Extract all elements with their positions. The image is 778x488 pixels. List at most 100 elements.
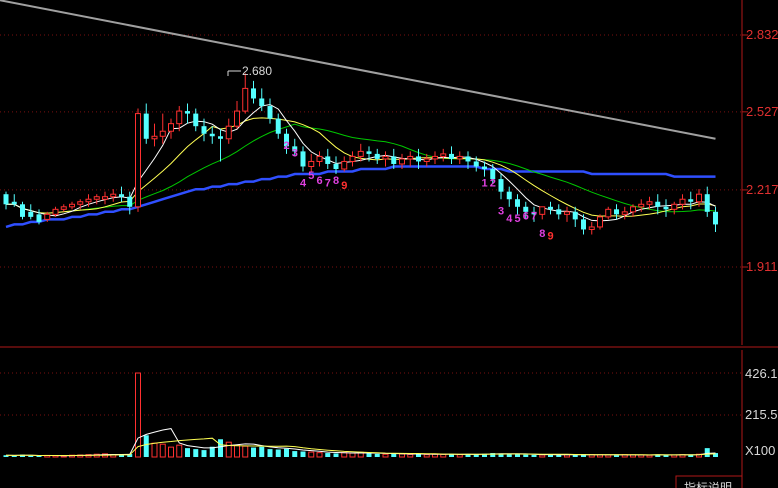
volume-bar xyxy=(423,454,430,458)
volume-bar xyxy=(515,454,520,457)
candle xyxy=(3,191,9,210)
candle xyxy=(671,201,678,215)
volume-bar xyxy=(168,446,174,458)
candle-body xyxy=(185,111,190,114)
volume-bar xyxy=(218,439,223,457)
sequence-label: 9 xyxy=(341,180,347,192)
volume-bar xyxy=(234,444,240,458)
candle xyxy=(135,108,141,212)
candle xyxy=(102,191,108,205)
indicator-tab-label[interactable]: 指标说明 xyxy=(684,480,732,488)
candle xyxy=(539,206,546,220)
candle-body xyxy=(646,201,653,205)
volume-bar xyxy=(605,454,612,458)
sequence-label: 2 xyxy=(284,140,290,152)
volume-bar xyxy=(704,448,710,457)
volume-panel: 426.10 215.50 X100 xyxy=(0,350,778,488)
candle xyxy=(242,73,249,114)
candle xyxy=(185,103,190,124)
candle-body xyxy=(119,194,124,197)
volume-bar xyxy=(292,451,298,457)
candle-body xyxy=(581,219,586,230)
candle xyxy=(275,113,281,139)
candle xyxy=(597,214,603,230)
candle xyxy=(60,204,67,212)
candle xyxy=(432,151,438,164)
candle xyxy=(515,194,520,215)
candle-body xyxy=(349,155,356,162)
candle-body xyxy=(110,193,117,198)
candle xyxy=(119,186,124,202)
candle xyxy=(382,151,389,167)
volume-bar xyxy=(523,454,529,457)
candle-body xyxy=(135,113,141,208)
candle-body xyxy=(93,196,100,200)
candle-body xyxy=(357,150,364,157)
candle-body xyxy=(391,156,397,164)
volume-bar xyxy=(284,448,289,457)
candle-body xyxy=(28,211,34,217)
candle-body xyxy=(440,153,447,157)
candle xyxy=(506,186,512,207)
candle-body xyxy=(300,151,306,167)
candle-body xyxy=(515,199,520,207)
volume-bar xyxy=(275,449,281,457)
candle xyxy=(564,206,570,222)
candle xyxy=(168,118,174,139)
candle-body xyxy=(713,211,718,225)
volume-bar xyxy=(193,449,199,457)
volume-bar xyxy=(242,445,249,458)
price-tick-label: 2.527 xyxy=(746,104,778,119)
volume-bar xyxy=(185,448,190,457)
sequence-label: 3 xyxy=(292,147,298,159)
volume-bar xyxy=(135,372,141,458)
sequence-label: 6 xyxy=(317,175,323,187)
price-tick-label: 2.832 xyxy=(746,27,778,42)
candle-body xyxy=(614,209,619,215)
candle-body xyxy=(655,201,661,207)
volume-tick-max: 426.10 xyxy=(745,366,778,381)
candle xyxy=(209,126,215,144)
candle-body xyxy=(168,123,174,132)
candle-body xyxy=(69,203,75,208)
price-panel: 2.8322.5272.2171.911 2345 6 7 8 9 1 234 5 6 78 9 2… xyxy=(0,0,778,348)
candle-body xyxy=(275,118,281,134)
volume-average-lines xyxy=(5,428,716,457)
candle-body xyxy=(308,160,315,167)
volume-bar xyxy=(300,451,306,457)
candle-body xyxy=(316,155,323,162)
candle-body xyxy=(159,130,166,137)
candle xyxy=(267,98,273,124)
volume-bar xyxy=(614,455,619,457)
price-axis-ticks: 2.832 2.527 2.217 1.911 xyxy=(742,27,778,274)
sequence-label: 1 xyxy=(482,178,488,190)
candle xyxy=(110,189,117,202)
candle-body xyxy=(539,206,546,215)
candle-body xyxy=(102,196,108,200)
candle xyxy=(605,206,612,220)
candle xyxy=(498,174,504,200)
candle-body xyxy=(399,158,405,165)
candle-body xyxy=(234,110,240,127)
volume-bar xyxy=(225,441,232,458)
candle-body xyxy=(556,209,562,215)
candlestick-series xyxy=(3,73,718,235)
candle-body xyxy=(60,206,67,210)
candle xyxy=(193,108,199,132)
candle-body xyxy=(630,206,636,213)
volume-bar xyxy=(349,452,356,458)
candle xyxy=(218,128,223,162)
indicator-tab[interactable]: 指标说明 xyxy=(675,475,743,488)
volume-bar xyxy=(440,453,447,458)
ma-mid-line xyxy=(6,117,716,217)
sequence-label: 8 xyxy=(539,228,545,240)
volume-bar xyxy=(36,456,42,458)
candle-body xyxy=(588,226,595,230)
candle xyxy=(316,151,323,167)
candle xyxy=(588,221,595,235)
candle xyxy=(663,199,669,217)
candle-body xyxy=(3,194,9,205)
candle xyxy=(407,151,414,167)
candle-body xyxy=(605,208,612,218)
price-grid xyxy=(0,34,742,268)
